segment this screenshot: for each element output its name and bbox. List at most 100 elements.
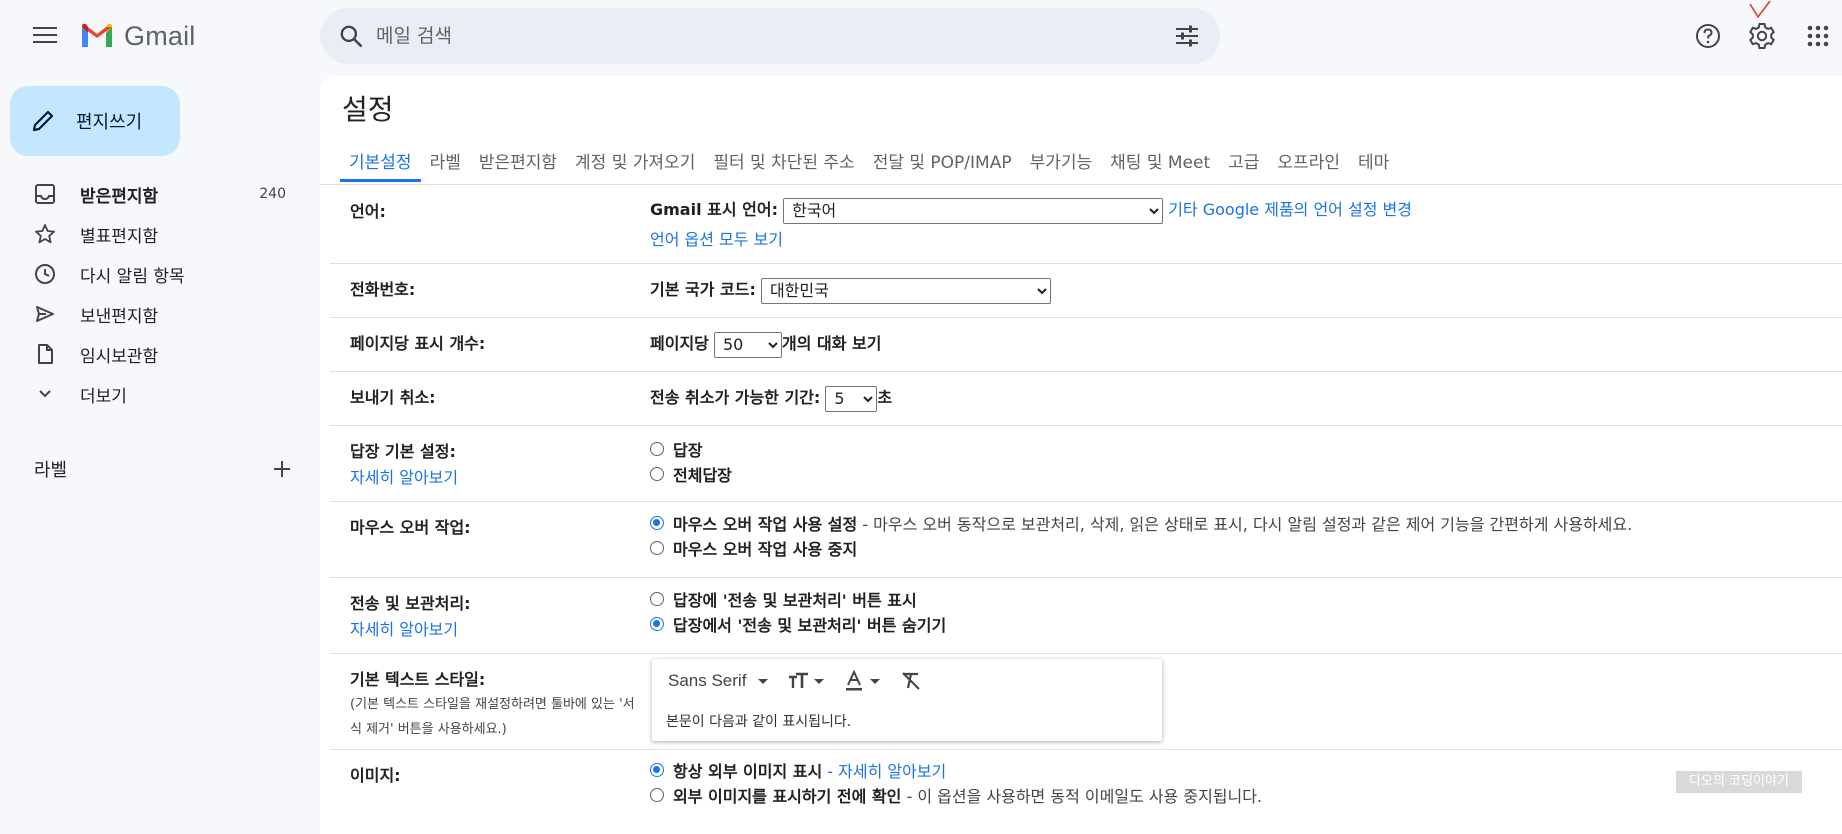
send-archive-show-option[interactable]: 답장에 '전송 및 보관처리' 버튼 표시: [650, 586, 946, 611]
clock-icon: [32, 261, 58, 287]
reply-option-label: 답장: [673, 440, 703, 460]
sidebar-item-label: 받은편지함: [80, 186, 159, 207]
search-icon[interactable]: [338, 23, 364, 49]
radio-button[interactable]: [650, 540, 664, 555]
radio-button[interactable]: [650, 466, 664, 481]
hover-setting: 마우스 오버 작업 사용 설정 - 마우스 오버 동작으로 보관처리, 삭제, …: [650, 510, 1632, 560]
setting-label: 전화번호:: [350, 280, 416, 299]
text-color-button[interactable]: [844, 670, 881, 692]
font-family-dropdown[interactable]: Sans Serif: [668, 671, 769, 691]
images-always-option[interactable]: 항상 외부 이미지 표시 - 자세히 알아보기: [650, 757, 1262, 782]
undo-send-suffix: 초: [877, 388, 893, 407]
format-toolbar: Sans Serif: [652, 659, 1162, 703]
tabs-divider: [320, 184, 1842, 185]
setting-label: 전송 및 보관처리:: [350, 594, 471, 613]
setting-row-undo-send: 보내기 취소: 전송 취소가 가능한 기간: 5초: [330, 372, 1842, 426]
sidebar-item-sent[interactable]: 보낸편지함: [0, 294, 320, 334]
search-input[interactable]: [376, 16, 1136, 56]
tab-themes[interactable]: 테마: [1349, 136, 1398, 182]
caret-down-icon: [814, 678, 825, 684]
apps-grid-icon[interactable]: [1800, 18, 1836, 54]
setting-label: 보내기 취소:: [350, 388, 436, 407]
radio-button[interactable]: [650, 787, 664, 802]
tab-addons[interactable]: 부가기능: [1021, 136, 1102, 182]
sidebar-item-label: 더보기: [80, 386, 127, 407]
sidebar-item-snoozed[interactable]: 다시 알림 항목: [0, 254, 320, 294]
setting-label: 언어:: [350, 202, 386, 221]
country-code-select[interactable]: 대한민국: [760, 277, 1051, 304]
remove-formatting-button[interactable]: [900, 670, 922, 692]
language-setting: Gmail 표시 언어: 한국어 기타 Google 제품의 언어 설정 변경 …: [650, 196, 1412, 250]
compose-button[interactable]: 편지쓰기: [10, 86, 180, 156]
reply-all-option-label: 전체답장: [673, 465, 732, 485]
chevron-down-icon: [32, 381, 58, 407]
sidebar-item-inbox[interactable]: 받은편지함 240: [0, 174, 320, 214]
settings-gear-icon[interactable]: [1744, 18, 1780, 54]
tab-offline[interactable]: 오프라인: [1268, 136, 1349, 182]
radio-button-selected[interactable]: [650, 616, 664, 631]
hover-enable-desc: - 마우스 오버 동작으로 보관처리, 삭제, 읽은 상태로 표시, 다시 알림…: [862, 514, 1633, 534]
setting-row-language: 언어: Gmail 표시 언어: 한국어 기타 Google 제품의 언어 설정…: [330, 186, 1842, 264]
send-archive-learn-more-link[interactable]: 자세히 알아보기: [350, 616, 458, 640]
page-size-setting: 페이지당 50 개의 대화 보기: [650, 330, 881, 358]
tab-inbox[interactable]: 받은편지함: [470, 136, 566, 182]
tab-labels[interactable]: 라벨: [421, 136, 470, 182]
main-menu-icon[interactable]: [28, 22, 62, 52]
send-archive-hide-option[interactable]: 답장에서 '전송 및 보관처리' 버튼 숨기기: [650, 611, 946, 636]
search-options-icon[interactable]: [1174, 24, 1200, 48]
hover-disable-option[interactable]: 마우스 오버 작업 사용 중지: [650, 535, 1632, 560]
sidebar-item-label: 임시보관함: [80, 346, 159, 367]
setting-row-images: 이미지: 항상 외부 이미지 표시 - 자세히 알아보기 외부 이미지를 표시하…: [330, 750, 1842, 834]
images-setting: 항상 외부 이미지 표시 - 자세히 알아보기 외부 이미지를 표시하기 전에 …: [650, 757, 1262, 807]
sidebar-nav: 받은편지함 240 별표편지함 다시 알림 항목 보낸편지함 임시보관함 더보기: [0, 174, 320, 414]
reply-all-option[interactable]: 전체답장: [650, 461, 732, 486]
labels-section-header: 라벨: [34, 454, 294, 484]
tab-forwarding-pop-imap[interactable]: 전달 및 POP/IMAP: [864, 136, 1021, 182]
page-size-select[interactable]: 50: [713, 331, 782, 358]
text-style-note: (기본 텍스트 스타일을 재설정하려면 툴바에 있는 '서식 제거' 버튼을 사…: [350, 697, 635, 737]
reply-setting: 답장 전체답장: [650, 436, 732, 486]
other-products-language-link[interactable]: 기타 Google 제품의 언어 설정 변경: [1168, 200, 1412, 219]
images-learn-more-link[interactable]: - 자세히 알아보기: [827, 758, 946, 782]
show-all-languages-link[interactable]: 언어 옵션 모두 보기: [650, 230, 783, 249]
text-size-icon: [789, 672, 809, 688]
sidebar-item-label: 다시 알림 항목: [80, 266, 185, 287]
sidebar-item-drafts[interactable]: 임시보관함: [0, 334, 320, 374]
display-language-label: Gmail 표시 언어:: [650, 200, 778, 219]
reply-learn-more-link[interactable]: 자세히 알아보기: [350, 464, 458, 488]
hover-enable-option[interactable]: 마우스 오버 작업 사용 설정 - 마우스 오버 동작으로 보관처리, 삭제, …: [650, 510, 1632, 535]
remove-formatting-icon: [902, 672, 921, 690]
reply-option[interactable]: 답장: [650, 436, 732, 461]
images-ask-label: 외부 이미지를 표시하기 전에 확인: [673, 786, 902, 806]
sidebar-item-label: 보낸편지함: [80, 306, 159, 327]
radio-button-selected[interactable]: [650, 762, 664, 777]
caret-down-icon: [758, 679, 769, 685]
radio-button[interactable]: [650, 441, 664, 456]
settings-panel: 설정 기본설정 라벨 받은편지함 계정 및 가져오기 필터 및 차단된 주소 전…: [320, 76, 1842, 834]
images-ask-option[interactable]: 외부 이미지를 표시하기 전에 확인 - 이 옵션을 사용하면 동적 이메일도 …: [650, 782, 1262, 807]
undo-send-seconds-select[interactable]: 5: [825, 385, 878, 412]
undo-send-setting: 전송 취소가 가능한 기간: 5초: [650, 384, 892, 412]
radio-button[interactable]: [650, 591, 664, 606]
tab-chat-meet[interactable]: 채팅 및 Meet: [1101, 136, 1219, 182]
images-always-label: 항상 외부 이미지 표시: [673, 761, 823, 781]
watermark: 다오의 코딩이야기: [1676, 771, 1802, 793]
sidebar-item-starred[interactable]: 별표편지함: [0, 214, 320, 254]
radio-button-selected[interactable]: [650, 515, 664, 530]
setting-row-hover-actions: 마우스 오버 작업: 마우스 오버 작업 사용 설정 - 마우스 오버 동작으로…: [330, 502, 1842, 578]
text-color-icon: [846, 670, 863, 691]
hover-enable-label: 마우스 오버 작업 사용 설정: [673, 514, 858, 534]
help-icon[interactable]: [1690, 18, 1726, 54]
sidebar-item-label: 별표편지함: [80, 226, 159, 247]
tab-advanced[interactable]: 고급: [1219, 136, 1268, 182]
star-icon: [32, 221, 58, 247]
sidebar-item-more[interactable]: 더보기: [0, 374, 320, 414]
gmail-logo[interactable]: Gmail: [80, 18, 196, 54]
setting-label: 기본 텍스트 스타일:: [350, 670, 486, 689]
display-language-select[interactable]: 한국어: [783, 197, 1164, 224]
font-size-button[interactable]: [788, 671, 825, 691]
tab-general[interactable]: 기본설정: [340, 136, 421, 182]
tab-filters-blocked[interactable]: 필터 및 차단된 주소: [704, 136, 863, 182]
tab-accounts-import[interactable]: 계정 및 가져오기: [566, 136, 704, 182]
add-label-icon[interactable]: [270, 457, 294, 481]
